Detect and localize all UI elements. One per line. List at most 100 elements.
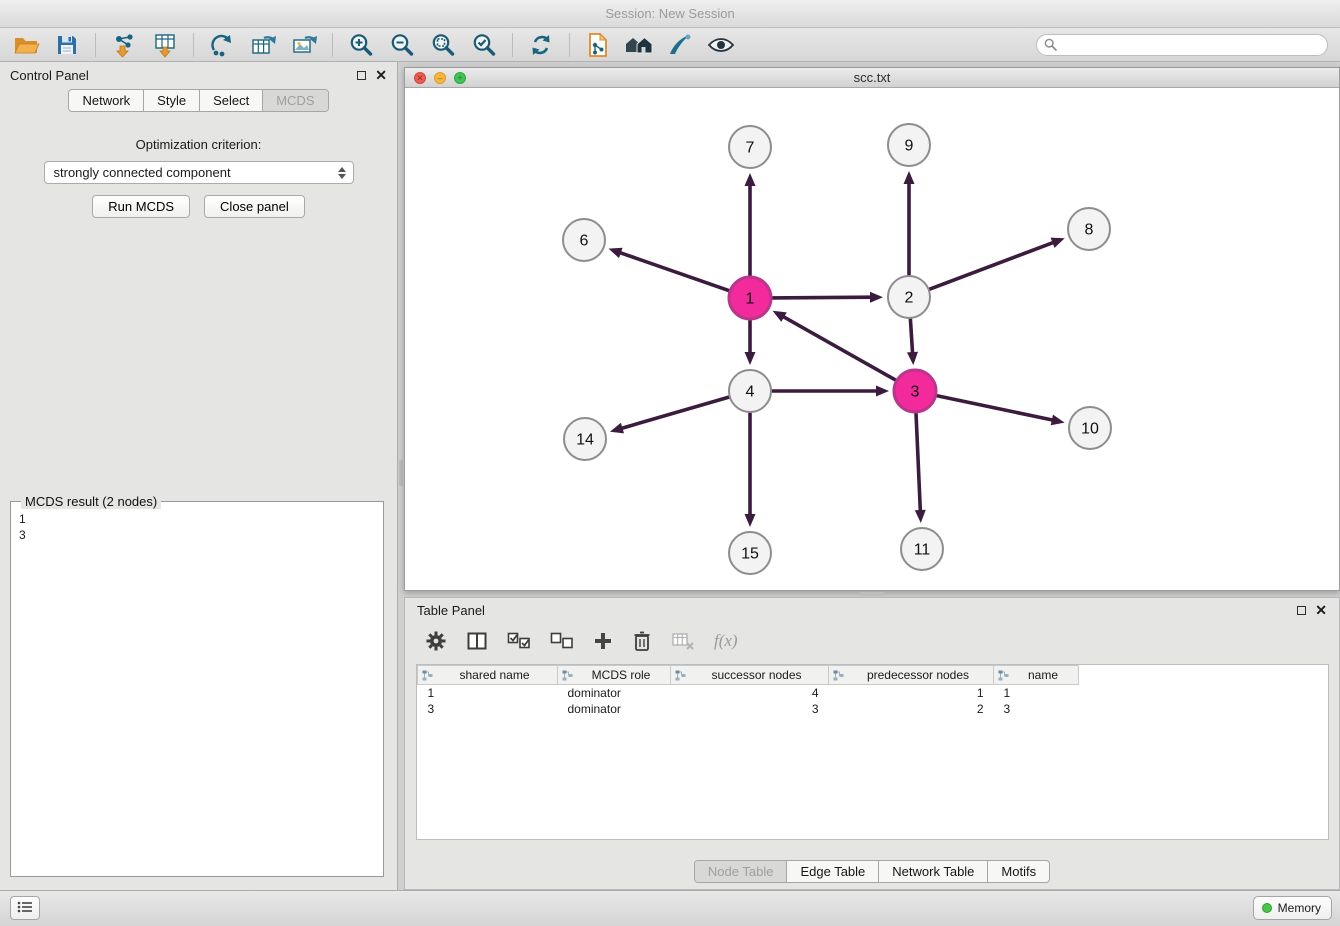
- toolbar-separator: [512, 33, 513, 57]
- network-window-titlebar: ✕ – + scc.txt: [405, 68, 1339, 88]
- deselect-all-icon[interactable]: [550, 632, 574, 650]
- graph-node-label: 9: [905, 138, 914, 155]
- export-table-icon[interactable]: [247, 31, 279, 59]
- toolbar-separator: [95, 33, 96, 57]
- mcds-result-title: MCDS result (2 nodes): [21, 494, 161, 509]
- graph-node-label: 2: [905, 290, 914, 307]
- graph-edge-2-3[interactable]: [910, 319, 912, 352]
- select-arrows-icon: [338, 167, 346, 179]
- table-cell: 3: [418, 701, 558, 717]
- tab-motifs[interactable]: Motifs: [987, 861, 1049, 882]
- table-panel-header: Table Panel ✕: [405, 598, 1339, 622]
- column-type-icon: [675, 670, 686, 684]
- graph-edge-arrowhead: [745, 173, 756, 186]
- close-panel-icon[interactable]: ✕: [375, 69, 387, 81]
- tab-select[interactable]: Select: [199, 90, 262, 111]
- graph-edge-2-8[interactable]: [930, 243, 1053, 289]
- table-cell: 1: [994, 685, 1079, 701]
- graph-edge-arrowhead: [915, 510, 926, 523]
- window-minimize-icon[interactable]: –: [434, 72, 446, 84]
- table-cell: dominator: [558, 685, 671, 701]
- first-neighbors-icon[interactable]: [623, 31, 655, 59]
- gear-icon[interactable]: [425, 630, 447, 652]
- graph-edge-3-1[interactable]: [784, 317, 896, 380]
- table-row[interactable]: 1dominator411: [418, 685, 1079, 701]
- graph-edge-arrowhead: [745, 352, 756, 365]
- export-image-icon[interactable]: [288, 31, 320, 59]
- apply-layout-icon[interactable]: [525, 31, 557, 59]
- tab-edge-table[interactable]: Edge Table: [786, 861, 878, 882]
- graph-edge-arrowhead: [610, 423, 624, 434]
- column-header-mcds-role[interactable]: MCDS role: [558, 666, 671, 685]
- table-toolbar: f(x): [405, 622, 1339, 660]
- node-table-body: 1dominator4113dominator323: [418, 685, 1079, 717]
- table-cell: 2: [829, 701, 994, 717]
- import-table-icon[interactable]: [149, 31, 181, 59]
- criterion-select-value: strongly connected component: [54, 165, 231, 180]
- table-row[interactable]: 3dominator323: [418, 701, 1079, 717]
- graph-node-label: 4: [746, 384, 755, 401]
- tab-network[interactable]: Network: [69, 90, 143, 111]
- main-toolbar: [0, 28, 1340, 62]
- tab-node-table[interactable]: Node Table: [695, 861, 787, 882]
- table-cell: 1: [418, 685, 558, 701]
- graph-edge-arrowhead: [870, 292, 883, 303]
- column-header-shared-name[interactable]: shared name: [418, 666, 558, 685]
- columns-icon[interactable]: [466, 630, 488, 652]
- graph-edge-arrowhead: [745, 514, 756, 527]
- add-row-icon[interactable]: [593, 631, 613, 651]
- style-paint-icon[interactable]: [664, 31, 696, 59]
- task-history-button[interactable]: [10, 896, 40, 920]
- graph-edge-1-2[interactable]: [772, 297, 870, 298]
- zoom-fit-icon[interactable]: [427, 31, 459, 59]
- zoom-out-icon[interactable]: [386, 31, 418, 59]
- window-close-icon[interactable]: ✕: [414, 72, 426, 84]
- graph-edge-3-10[interactable]: [937, 396, 1052, 420]
- column-type-icon: [562, 670, 573, 684]
- graph-edge-3-11[interactable]: [916, 413, 920, 510]
- control-panel-title: Control Panel: [10, 68, 89, 83]
- control-panel-tabs: Network Style Select MCDS: [68, 89, 328, 112]
- close-table-panel-icon[interactable]: ✕: [1315, 604, 1327, 616]
- export-network-icon[interactable]: [206, 31, 238, 59]
- import-network-icon[interactable]: [108, 31, 140, 59]
- tab-style[interactable]: Style: [143, 90, 199, 111]
- table-cell: 3: [994, 701, 1079, 717]
- select-all-icon[interactable]: [507, 632, 531, 650]
- window-zoom-icon[interactable]: +: [454, 72, 466, 84]
- open-file-icon[interactable]: [10, 31, 42, 59]
- table-cell: 3: [671, 701, 829, 717]
- toolbar-separator: [193, 33, 194, 57]
- close-panel-button[interactable]: Close panel: [204, 195, 305, 218]
- column-header-predecessor-nodes[interactable]: predecessor nodes: [829, 666, 994, 685]
- mcds-result-line: 3: [19, 527, 375, 543]
- delete-table-icon: [671, 631, 695, 651]
- app-title: Session: New Session: [605, 6, 734, 21]
- graph-edge-4-14[interactable]: [622, 397, 729, 428]
- criterion-select[interactable]: strongly connected component: [44, 161, 354, 184]
- delete-row-icon[interactable]: [632, 630, 652, 652]
- tab-network-table[interactable]: Network Table: [878, 861, 987, 882]
- tab-mcds[interactable]: MCDS: [262, 90, 327, 111]
- search-icon: [1044, 38, 1057, 54]
- zoom-in-icon[interactable]: [345, 31, 377, 59]
- float-panel-icon[interactable]: [357, 71, 366, 80]
- node-table-container: shared name MCDS role successor nodes pr…: [416, 664, 1329, 840]
- network-document-icon[interactable]: [582, 31, 614, 59]
- column-header-name[interactable]: name: [994, 666, 1079, 685]
- app-titlebar: Session: New Session: [0, 0, 1340, 28]
- zoom-selected-icon[interactable]: [468, 31, 500, 59]
- run-mcds-button[interactable]: Run MCDS: [92, 195, 190, 218]
- column-header-successor-nodes[interactable]: successor nodes: [671, 666, 829, 685]
- save-session-icon[interactable]: [51, 31, 83, 59]
- graph-edge-1-6[interactable]: [621, 253, 729, 291]
- show-hide-icon[interactable]: [705, 31, 737, 59]
- network-canvas[interactable]: 7968124314101511: [405, 88, 1339, 590]
- toolbar-search: [1036, 34, 1328, 56]
- table-cell: dominator: [558, 701, 671, 717]
- memory-status-icon: [1262, 903, 1272, 913]
- search-input[interactable]: [1036, 34, 1328, 56]
- float-table-panel-icon[interactable]: [1297, 606, 1306, 615]
- memory-button[interactable]: Memory: [1253, 896, 1332, 920]
- control-panel: Control Panel ✕ Network Style Select MCD…: [0, 62, 398, 890]
